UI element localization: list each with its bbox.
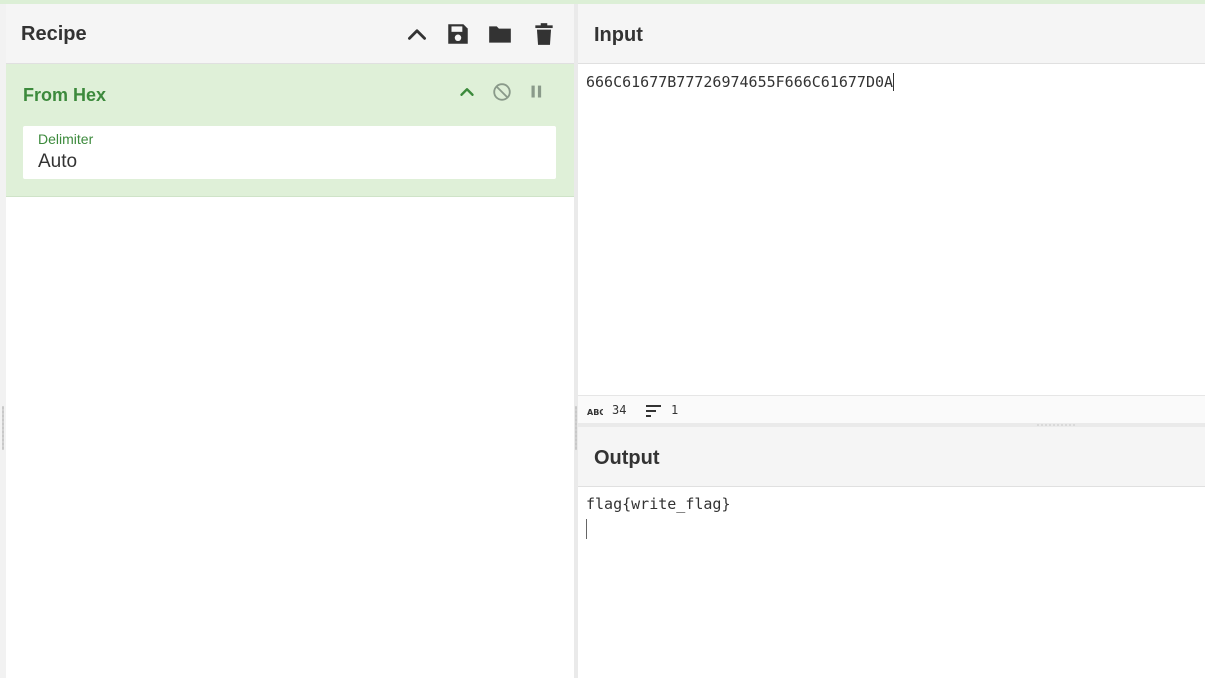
folder-icon[interactable] [487,21,513,47]
input-header: Input [578,4,1205,64]
input-status-bar: ABC 34 1 [578,395,1205,423]
operation-title: From Hex [23,85,107,105]
recipe-panel: Recipe From Hex Delimiter Auto [0,4,577,678]
line-count-icon [646,404,662,422]
save-icon[interactable] [445,21,471,47]
output-text: flag{write_flag} [586,495,731,513]
recipe-header: Recipe [6,4,574,64]
text-caret [893,73,895,91]
delimiter-value[interactable]: Auto [38,151,77,173]
left-resize-gutter[interactable] [0,4,6,678]
recipe-title: Recipe [21,23,87,45]
output-caret [586,519,587,539]
output-title: Output [594,447,660,469]
character-count: 34 [612,403,627,417]
delimiter-label: Delimiter [38,131,94,147]
pause-icon[interactable] [526,81,548,103]
delimiter-field[interactable]: Delimiter Auto [23,126,556,179]
chevron-up-icon[interactable] [404,21,430,47]
character-count-icon: ABC [587,404,605,422]
input-title: Input [594,24,643,46]
disable-icon[interactable] [491,81,513,103]
trash-icon[interactable] [531,21,557,47]
line-count: 1 [671,403,679,417]
input-text: 666C61677B77726974655F666C61677D0A [586,73,894,91]
output-header: Output [578,427,1205,487]
output-textarea[interactable]: flag{write_flag} [578,487,1205,678]
svg-text:ABC: ABC [587,408,603,417]
operation-from-hex[interactable]: From Hex Delimiter Auto [6,64,574,197]
chevron-up-icon[interactable] [456,81,478,103]
input-textarea[interactable]: 666C61677B77726974655F666C61677D0A [578,64,1205,395]
